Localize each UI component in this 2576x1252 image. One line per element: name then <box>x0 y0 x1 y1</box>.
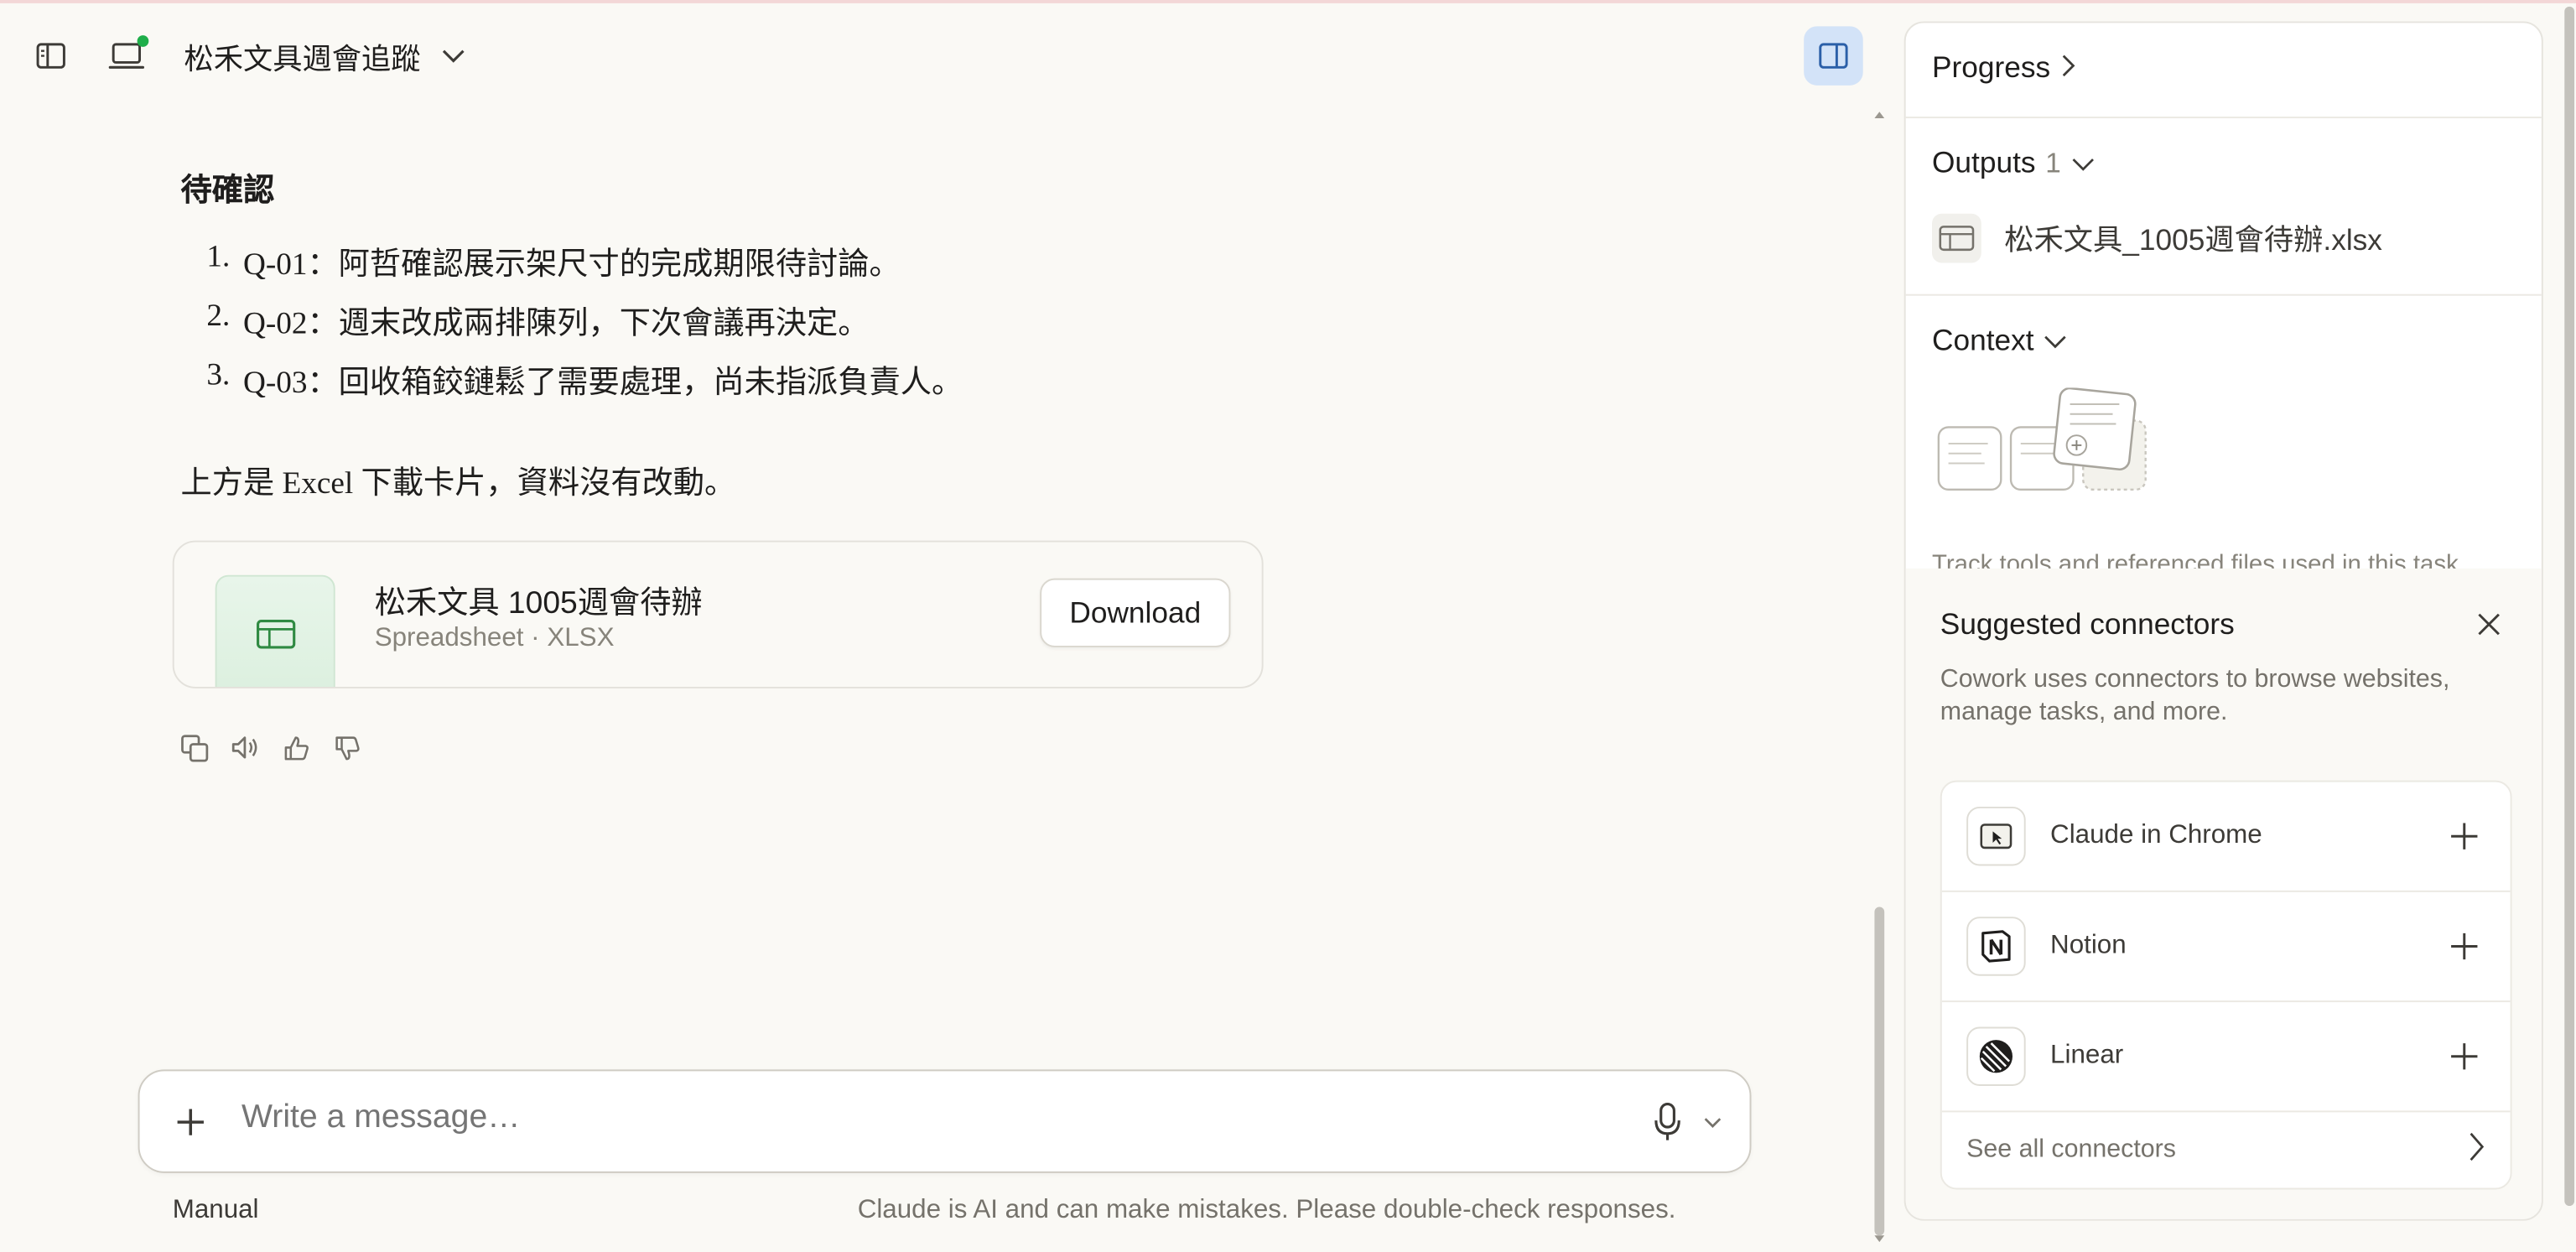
spreadsheet-icon <box>256 620 295 649</box>
chevron-right-icon <box>2468 1131 2485 1169</box>
panel-right-icon <box>1819 43 1848 69</box>
spreadsheet-icon <box>1932 213 1981 263</box>
message-composer <box>138 1069 1752 1173</box>
list-item-text: Q-01：阿哲確認展示架尺寸的完成期限待討論。 <box>242 247 901 283</box>
file-name: 松禾文具 1005週會待辦 <box>374 586 703 621</box>
list-item: 2. Q-02：週末改成兩排陳列，下次會議再決定。 <box>181 299 963 359</box>
page-scrollbar-thumb[interactable] <box>2564 6 2575 1207</box>
app-window: 松禾文具週會追蹤 待確認 1. Q-01：阿哲確認展示架尺寸的完成期限待討論。 … <box>0 0 2576 1252</box>
chrome-cursor-icon <box>1966 806 2026 866</box>
thumbs-up-icon[interactable] <box>279 731 312 764</box>
list-item: 1. Q-01：阿哲確認展示架尺寸的完成期限待討論。 <box>181 240 963 299</box>
file-type: Spreadsheet · XLSX <box>374 624 615 652</box>
output-file-item[interactable]: 松禾文具_1005週會待辦.xlsx <box>1932 213 2382 263</box>
spreadsheet-thumbnail <box>215 574 335 687</box>
output-file-name: 松禾文具_1005週會待辦.xlsx <box>2004 223 2382 257</box>
file-download-card[interactable]: 松禾文具 1005週會待辦 Spreadsheet · XLSX Downloa… <box>172 540 1264 688</box>
side-panel-toggle-button[interactable] <box>1804 26 1863 86</box>
list-item-text: Q-03：回收箱鉸鏈鬆了需要處理，尚未指派負責人。 <box>242 366 963 402</box>
suggested-connectors-card: Suggested connectors Cowork uses connect… <box>1905 568 2542 1219</box>
suggested-connectors-description: Cowork uses connectors to browse website… <box>1940 665 2450 726</box>
progress-section[interactable]: Progress <box>1905 23 2542 119</box>
context-label: Context <box>1932 323 2034 357</box>
sidebar-toggle-icon[interactable] <box>33 39 69 72</box>
connector-item-claude-in-chrome[interactable]: Claude in Chrome <box>1941 782 2511 892</box>
connector-item-linear[interactable]: Linear <box>1941 1002 2511 1113</box>
copy-icon[interactable] <box>178 731 210 764</box>
linear-icon <box>1966 1026 2026 1087</box>
chevron-down-icon <box>2044 324 2066 358</box>
project-title[interactable]: 松禾文具週會追蹤 <box>184 36 420 79</box>
pending-items-list: 1. Q-01：阿哲確認展示架尺寸的完成期限待討論。 2. Q-02：週末改成兩… <box>181 240 963 418</box>
list-item-number: 2. <box>206 299 231 334</box>
thumbs-down-icon[interactable] <box>330 731 363 764</box>
speaker-icon[interactable] <box>228 731 261 764</box>
notion-icon <box>1966 917 2026 976</box>
response-note: 上方是 Excel 下載卡片，資料沒有改動。 <box>180 466 736 501</box>
connector-name: Claude in Chrome <box>2050 821 2262 849</box>
disclaimer-text: Claude is AI and can make mistakes. Plea… <box>857 1196 1676 1224</box>
see-all-connectors-link[interactable]: See all connectors <box>1942 1112 2511 1187</box>
list-item-number: 1. <box>206 240 231 275</box>
list-item: 3. Q-03：回收箱鉸鏈鬆了需要處理，尚未指派負責人。 <box>181 358 963 418</box>
microphone-icon[interactable] <box>1649 1101 1685 1144</box>
list-item-number: 3. <box>206 358 231 393</box>
connector-list: Claude in Chrome Notion Linear See all c… <box>1940 780 2512 1190</box>
message-input[interactable] <box>242 1099 1606 1137</box>
chevron-down-icon <box>2071 146 2094 180</box>
connector-name: Linear <box>2050 1042 2124 1070</box>
connector-name: Notion <box>2050 931 2127 960</box>
outputs-header[interactable]: Outputs 1 <box>1932 146 2094 180</box>
suggested-connectors-title: Suggested connectors <box>1940 607 2235 642</box>
context-header[interactable]: Context <box>1932 324 2067 358</box>
download-button[interactable]: Download <box>1040 578 1231 647</box>
main-scrollbar-thumb[interactable] <box>1874 907 1885 1236</box>
outputs-section: Outputs 1 松禾文具_1005週會待辦.xlsx <box>1905 118 2542 296</box>
list-item-text: Q-02：週末改成兩排陳列，下次會議再決定。 <box>242 307 870 342</box>
context-illustration-icon <box>1937 387 2147 491</box>
message-actions <box>178 731 363 764</box>
add-connector-icon[interactable] <box>2444 927 2484 966</box>
outputs-label: Outputs <box>1932 146 2036 179</box>
context-section: Context Track tools and referenced files… <box>1906 296 2542 579</box>
side-panel: Progress Outputs 1 松禾文具_1005週會待辦.xlsx Co… <box>1903 21 2543 1221</box>
progress-label: Progress <box>1932 50 2051 84</box>
section-heading: 待確認 <box>180 174 275 209</box>
see-all-label: See all connectors <box>1966 1135 2177 1164</box>
voice-options-chevron-icon[interactable] <box>1699 1110 1725 1133</box>
close-icon[interactable] <box>2471 606 2507 642</box>
computer-status-icon[interactable] <box>105 33 151 75</box>
chevron-down-icon[interactable] <box>437 43 470 69</box>
add-connector-icon[interactable] <box>2444 817 2484 856</box>
mode-selector[interactable]: Manual <box>173 1196 259 1225</box>
connector-item-notion[interactable]: Notion <box>1941 892 2511 1003</box>
add-attachment-icon[interactable] <box>173 1104 209 1140</box>
add-connector-icon[interactable] <box>2444 1036 2484 1076</box>
outputs-count: 1 <box>2045 147 2061 179</box>
chevron-right-icon <box>2060 51 2077 86</box>
